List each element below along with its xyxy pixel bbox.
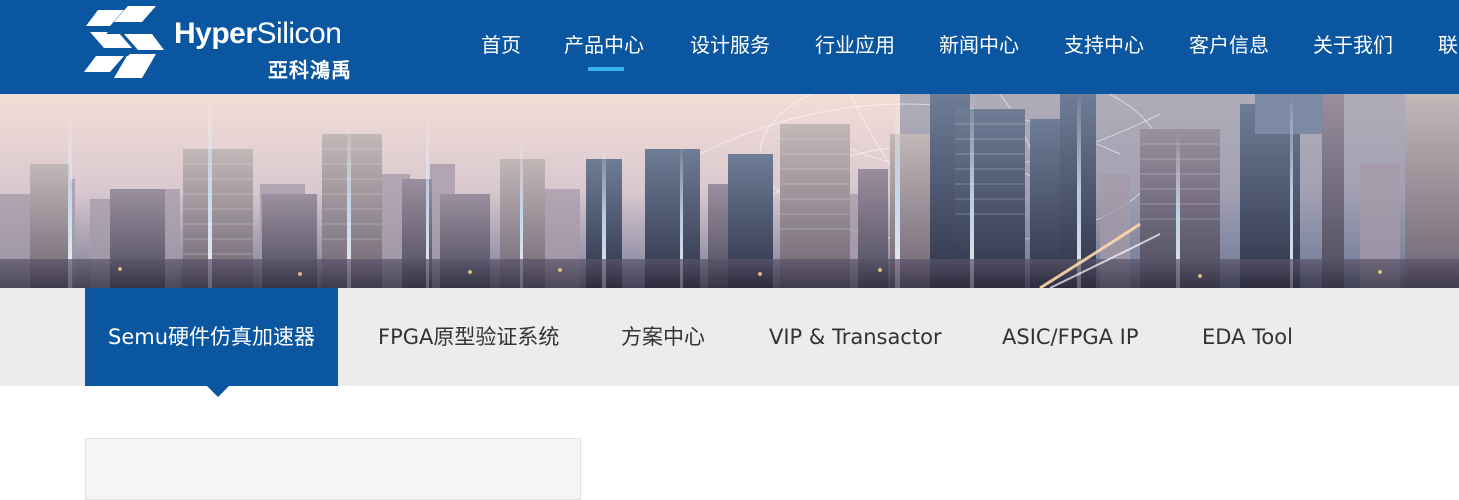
nav-active-indicator — [588, 67, 624, 71]
nav-item-news[interactable]: 新闻中心 — [939, 29, 1019, 58]
cityscape-image — [0, 94, 1459, 288]
nav-item-support[interactable]: 支持中心 — [1064, 29, 1144, 58]
brand-name-cn: 亞科鴻禹 — [268, 58, 352, 82]
nav-item-home[interactable]: 首页 — [481, 29, 521, 58]
nav-item-products[interactable]: 产品中心 — [564, 29, 644, 58]
subnav-active-pointer — [207, 386, 229, 397]
brand-name-prefix: Hyper — [174, 17, 257, 50]
brand-logo[interactable]: HyperSilicon 亞科鴻禹 — [84, 4, 374, 82]
brand-logo-mark-icon — [84, 6, 164, 78]
subnav-item-vip-transactor[interactable]: VIP & Transactor — [769, 288, 942, 386]
subnav-item-fpga-prototyping[interactable]: FPGA原型验证系统 — [378, 288, 559, 386]
site-header: HyperSilicon 亞科鴻禹 首页 产品中心 设计服务 行业应用 新闻中心… — [0, 0, 1459, 94]
subnav-item-eda-tool[interactable]: EDA Tool — [1202, 288, 1293, 386]
hero-banner-cityscape — [0, 94, 1459, 288]
subnav-item-asic-fpga-ip[interactable]: ASIC/FPGA IP — [1002, 288, 1139, 386]
nav-item-design[interactable]: 设计服务 — [690, 29, 770, 58]
nav-item-contact[interactable]: 联 — [1438, 29, 1458, 58]
brand-name-en: HyperSilicon — [174, 17, 342, 51]
sidebar-panel — [85, 438, 581, 500]
nav-item-customers[interactable]: 客户信息 — [1189, 29, 1269, 58]
subnav-item-semu-label: Semu硬件仿真加速器 — [107, 325, 315, 349]
subnav-item-solutions[interactable]: 方案中心 — [621, 288, 705, 386]
nav-item-about[interactable]: 关于我们 — [1313, 29, 1393, 58]
brand-name-suffix: Silicon — [256, 17, 342, 50]
subnav-item-semu[interactable]: Semu硬件仿真加速器 — [85, 288, 338, 386]
nav-item-industry[interactable]: 行业应用 — [815, 29, 895, 58]
